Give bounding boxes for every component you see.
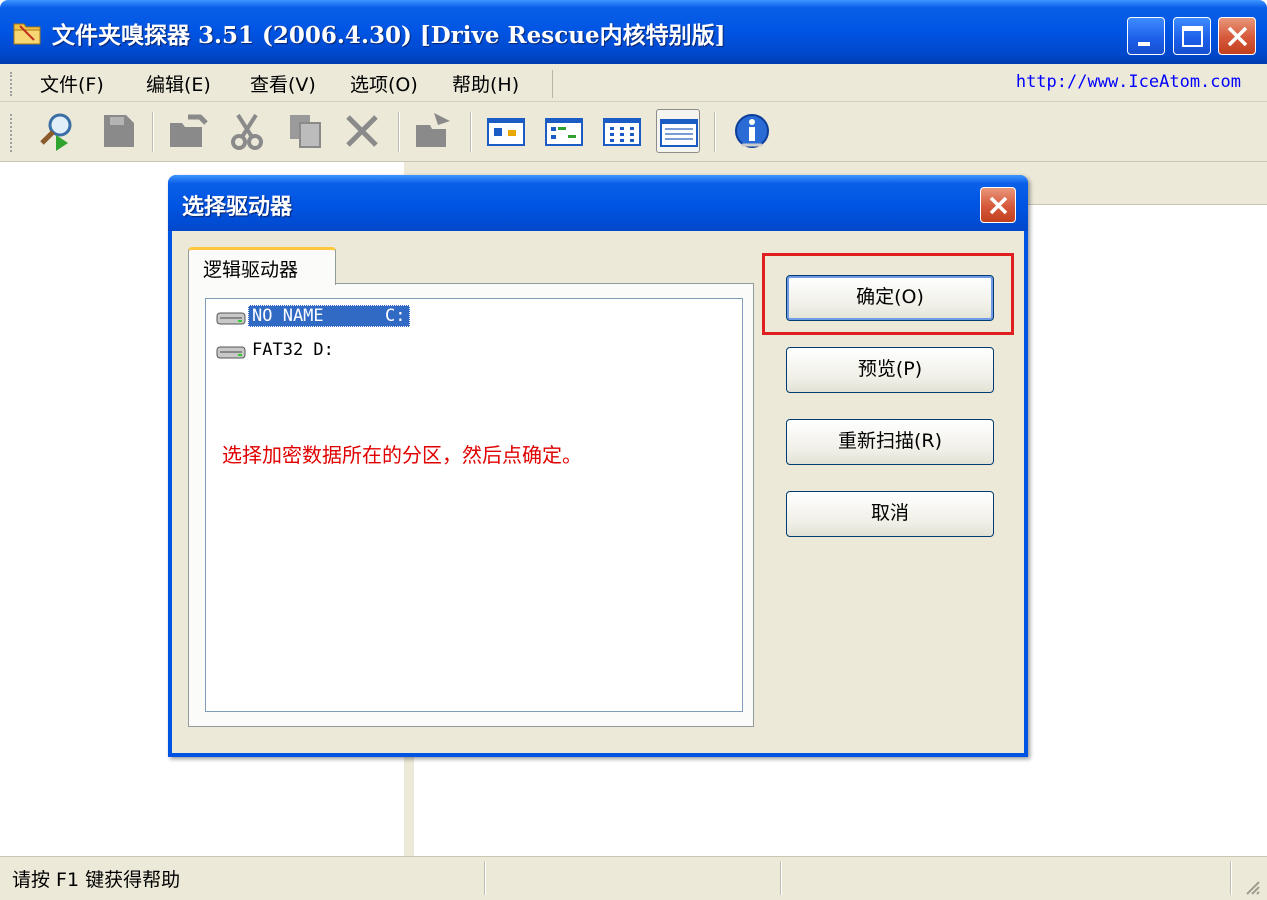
toolbar-separator (470, 112, 472, 152)
search-button[interactable] (34, 109, 78, 153)
menu-options[interactable]: 选项(O) (350, 70, 418, 97)
tab-label: 逻辑驱动器 (203, 259, 299, 281)
menu-view[interactable]: 查看(V) (250, 70, 316, 97)
details-view-icon (660, 119, 698, 147)
select-drive-dialog: 选择驱动器 逻辑驱动器 NO NAME C: FAT32 D: 选择加密数据所在… (168, 175, 1028, 757)
drive-icon (216, 312, 246, 325)
dialog-close-button[interactable] (980, 187, 1016, 223)
search-icon (40, 113, 72, 151)
status-divider (1230, 861, 1232, 895)
menu-separator (552, 70, 553, 98)
large-icons-view-button[interactable] (484, 109, 528, 153)
delete-button[interactable] (340, 109, 384, 153)
drive-list[interactable]: NO NAME C: FAT32 D: 选择加密数据所在的分区，然后点确定。 (205, 298, 743, 712)
folder-icon (170, 114, 208, 147)
about-icon (735, 114, 769, 148)
list-view-button[interactable] (600, 109, 644, 153)
toolbar (0, 102, 1267, 162)
drive-label: FAT32 D: (252, 340, 334, 360)
website-link[interactable]: http://www.IceAtom.com (1016, 72, 1241, 92)
small-icons-view-button[interactable] (542, 109, 586, 153)
maximize-icon (1182, 26, 1203, 47)
menu-bar: 文件(F) 编辑(E) 查看(V) 选项(O) 帮助(H) http://www… (0, 64, 1267, 102)
instruction-text: 选择加密数据所在的分区，然后点确定。 (222, 443, 582, 467)
close-button[interactable] (1218, 17, 1256, 55)
folder-button[interactable] (166, 109, 210, 153)
details-view-button[interactable] (656, 109, 700, 153)
close-icon (1227, 26, 1248, 47)
cut-button[interactable] (226, 109, 270, 153)
move-icon (416, 113, 450, 147)
close-icon (989, 196, 1008, 215)
status-divider (484, 861, 486, 895)
toolbar-separator (714, 112, 716, 152)
cut-icon (231, 113, 263, 150)
app-folder-icon (13, 23, 41, 45)
minimize-button[interactable] (1127, 17, 1165, 55)
small-icons-view-icon (545, 118, 583, 146)
cancel-button[interactable]: 取消 (786, 491, 994, 537)
dialog-body: 逻辑驱动器 NO NAME C: FAT32 D: 选择加密数据所在的分区，然后… (172, 231, 1024, 753)
copy-icon (290, 115, 321, 148)
resize-grip-icon[interactable] (1243, 878, 1261, 896)
window-title: 文件夹嗅探器 3.51 (2006.4.30) [Drive Rescue内核特… (52, 22, 726, 49)
menu-grip[interactable] (10, 72, 16, 96)
toolbar-grip[interactable] (10, 114, 16, 152)
main-title-bar[interactable]: 文件夹嗅探器 3.51 (2006.4.30) [Drive Rescue内核特… (0, 0, 1267, 64)
status-bar: 请按 F1 键获得帮助 (0, 856, 1267, 900)
menu-help[interactable]: 帮助(H) (452, 70, 519, 97)
drive-icon (216, 346, 246, 359)
tab-logical-drives[interactable]: 逻辑驱动器 (188, 247, 336, 285)
dialog-title-bar[interactable]: 选择驱动器 (168, 175, 1028, 231)
drive-label: NO NAME C: (248, 305, 410, 327)
menu-file[interactable]: 文件(F) (40, 70, 104, 97)
copy-button[interactable] (284, 109, 328, 153)
status-divider (780, 861, 782, 895)
preview-button[interactable]: 预览(P) (786, 347, 994, 393)
delete-icon (346, 115, 378, 147)
tab-panel: NO NAME C: FAT32 D: 选择加密数据所在的分区，然后点确定。 (188, 283, 754, 727)
rescan-button[interactable]: 重新扫描(R) (786, 419, 994, 465)
save-icon (104, 115, 134, 147)
list-view-icon (603, 118, 641, 146)
dialog-title: 选择驱动器 (182, 195, 293, 220)
toolbar-separator (398, 112, 400, 152)
about-button[interactable] (730, 109, 774, 153)
minimize-icon (1138, 42, 1150, 46)
toolbar-separator (152, 112, 154, 152)
status-text: 请按 F1 键获得帮助 (12, 869, 181, 891)
maximize-button[interactable] (1173, 17, 1211, 55)
move-button[interactable] (412, 109, 456, 153)
menu-edit[interactable]: 编辑(E) (146, 70, 211, 97)
save-button[interactable] (96, 109, 140, 153)
ok-button[interactable]: 确定(O) (786, 275, 994, 321)
large-icons-view-icon (487, 118, 525, 146)
